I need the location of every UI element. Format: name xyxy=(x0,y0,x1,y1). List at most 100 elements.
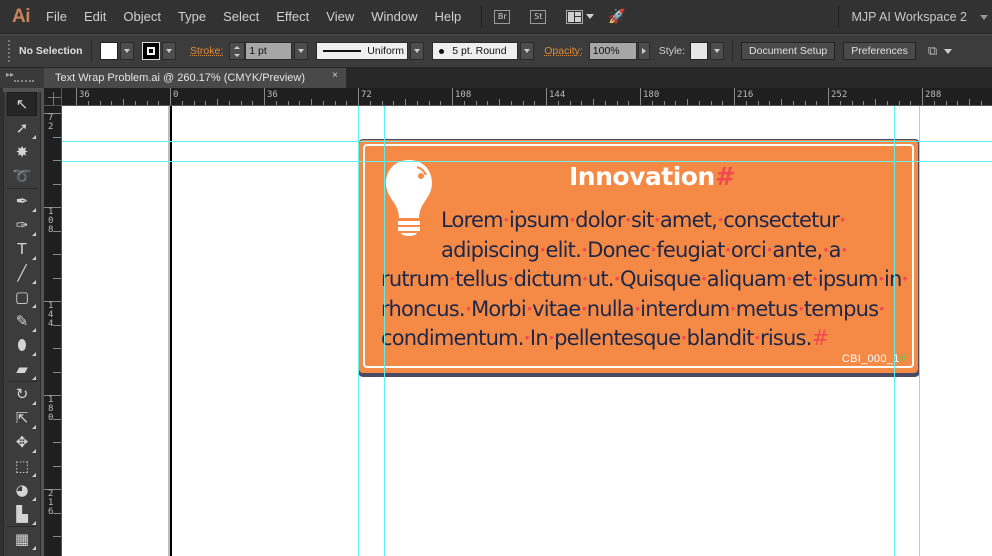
stock-icon[interactable]: St xyxy=(530,9,547,24)
menu-select[interactable]: Select xyxy=(223,9,259,24)
word: consectetur xyxy=(723,208,839,232)
workspace-switcher[interactable]: MJP AI Workspace 2 xyxy=(838,0,992,34)
lasso-icon: ➰ xyxy=(12,167,32,185)
flyout-indicator-icon xyxy=(32,304,36,308)
chevron-down-icon[interactable] xyxy=(944,48,953,54)
word: ipsum xyxy=(817,267,879,291)
ruler-major-tick xyxy=(640,88,641,105)
line-icon: ╱ xyxy=(17,264,27,282)
artboard-canvas[interactable]: Innovation# Lorem•ipsum•dolor•sit•amet,•… xyxy=(62,106,992,556)
lasso-tool[interactable]: ➰ xyxy=(7,164,37,188)
ruler-minor-tick xyxy=(534,101,536,105)
guide-horizontal[interactable] xyxy=(62,141,992,142)
paintbrush-tool[interactable]: ✎ xyxy=(7,309,37,333)
document-tab-bar: Text Wrap Problem.ai @ 260.17% (CMYK/Pre… xyxy=(44,68,992,88)
arrange-documents-button[interactable] xyxy=(566,9,595,24)
type-tool[interactable]: T xyxy=(7,237,37,261)
selection-status: No Selection xyxy=(19,45,83,57)
curvature-tool[interactable]: ✑ xyxy=(7,213,37,237)
space-marker-icon: • xyxy=(838,213,846,228)
body-text-line: condimentum.•In•pellentesque•blandit•ris… xyxy=(381,324,891,354)
brush-dot-icon xyxy=(439,48,445,54)
control-separator xyxy=(732,40,734,62)
ruler-minor-tick xyxy=(53,465,61,467)
vertical-ruler[interactable]: 72 108 144 180 216 xyxy=(44,106,62,556)
graphic-style-swatch[interactable] xyxy=(690,42,709,60)
mesh-tool[interactable]: ▦ xyxy=(7,527,37,551)
rotate-tool[interactable]: ↻ xyxy=(7,382,37,406)
magic-wand-tool[interactable]: ✸ xyxy=(7,140,37,164)
graph-tool[interactable]: ▙ xyxy=(7,502,37,526)
shape-builder-tool[interactable]: ◕ xyxy=(7,478,37,502)
isolate-icon[interactable]: ⧉ xyxy=(928,43,937,59)
bridge-icon[interactable]: Br xyxy=(494,9,511,24)
stroke-weight-input[interactable]: 1 pt xyxy=(245,42,293,60)
close-icon[interactable]: × xyxy=(332,70,338,81)
scale-tool[interactable]: ⇱ xyxy=(7,406,37,430)
innovation-card[interactable]: Innovation# Lorem•ipsum•dolor•sit•amet,•… xyxy=(359,140,918,373)
stroke-weight-dropdown[interactable] xyxy=(294,42,309,60)
menu-type[interactable]: Type xyxy=(178,9,206,24)
opacity-slider-toggle[interactable] xyxy=(637,42,650,60)
variable-width-profile-select[interactable]: Uniform xyxy=(316,42,409,60)
menu-effect[interactable]: Effect xyxy=(276,9,309,24)
menu-object[interactable]: Object xyxy=(123,9,161,24)
puppet-warp-tool[interactable]: ✥ xyxy=(7,430,37,454)
document-setup-button[interactable]: Document Setup xyxy=(741,42,836,60)
chevron-down-icon xyxy=(586,14,595,19)
guide-vertical[interactable] xyxy=(919,106,920,556)
stroke-swatch-icon xyxy=(147,47,155,55)
guide-horizontal[interactable] xyxy=(62,161,992,162)
stroke-color-dropdown[interactable] xyxy=(162,42,176,60)
card-body-text[interactable]: Lorem•ipsum•dolor•sit•amet,•consectetur•… xyxy=(381,206,909,354)
fill-swatch[interactable] xyxy=(100,42,118,60)
toolbox-grip[interactable] xyxy=(14,80,34,83)
sync-settings-icon[interactable]: 🚀 xyxy=(608,8,625,25)
collapse-icon[interactable]: ▸▸ xyxy=(6,70,14,79)
guide-vertical[interactable] xyxy=(358,106,359,556)
panel-grip[interactable] xyxy=(8,40,11,62)
stroke-weight-stepper[interactable] xyxy=(229,42,246,60)
opacity-input[interactable]: 100% xyxy=(588,42,637,60)
guide-vertical[interactable] xyxy=(384,106,385,556)
ruler-major-tick xyxy=(170,88,171,105)
menu-view[interactable]: View xyxy=(326,9,354,24)
rectangle-tool[interactable]: ▢ xyxy=(7,285,37,309)
flyout-indicator-icon xyxy=(32,521,36,525)
direct-selection-tool[interactable]: ➚ xyxy=(7,116,37,140)
opacity-label[interactable]: Opacity: xyxy=(544,45,583,57)
space-marker-icon: • xyxy=(901,272,909,287)
brush-definition-select[interactable]: 5 pt. Round xyxy=(432,42,519,60)
ruler-major-tick xyxy=(452,88,453,105)
ruler-minor-tick xyxy=(675,101,677,105)
ruler-minor-tick xyxy=(181,101,183,105)
ruler-label: 72 xyxy=(361,90,372,100)
word: adipiscing xyxy=(441,237,540,262)
document-tab[interactable]: Text Wrap Problem.ai @ 260.17% (CMYK/Pre… xyxy=(44,68,346,88)
ruler-minor-tick xyxy=(910,101,912,105)
ruler-minor-tick xyxy=(228,101,230,105)
profile-dropdown[interactable] xyxy=(410,42,425,60)
ruler-origin[interactable] xyxy=(44,88,62,106)
brush-dropdown[interactable] xyxy=(520,42,535,60)
selection-tool[interactable]: ↖ xyxy=(7,92,37,116)
chevron-down-icon xyxy=(166,49,172,53)
horizontal-ruler[interactable]: 36 0 36 72 108 144 180 216 252 288 xyxy=(62,88,992,106)
menu-file[interactable]: File xyxy=(46,9,67,24)
line-tool[interactable]: ╱ xyxy=(7,261,37,285)
blob-brush-tool[interactable]: ⬮ xyxy=(7,333,37,357)
guide-vertical[interactable] xyxy=(894,106,895,556)
menu-edit[interactable]: Edit xyxy=(84,9,106,24)
stroke-swatch[interactable] xyxy=(142,42,160,60)
preferences-button[interactable]: Preferences xyxy=(843,42,916,60)
card-title[interactable]: Innovation# xyxy=(569,162,732,191)
free-transform-tool[interactable]: ⬚ xyxy=(7,454,37,478)
eraser-tool[interactable]: ▰ xyxy=(7,357,37,381)
fill-dropdown[interactable] xyxy=(120,42,134,60)
pen-tool[interactable]: ✒ xyxy=(7,189,37,213)
menu-help[interactable]: Help xyxy=(434,9,461,24)
menu-window[interactable]: Window xyxy=(371,9,417,24)
style-dropdown[interactable] xyxy=(710,42,725,60)
ruler-minor-tick xyxy=(53,512,61,514)
stroke-label[interactable]: Stroke: xyxy=(190,45,223,57)
